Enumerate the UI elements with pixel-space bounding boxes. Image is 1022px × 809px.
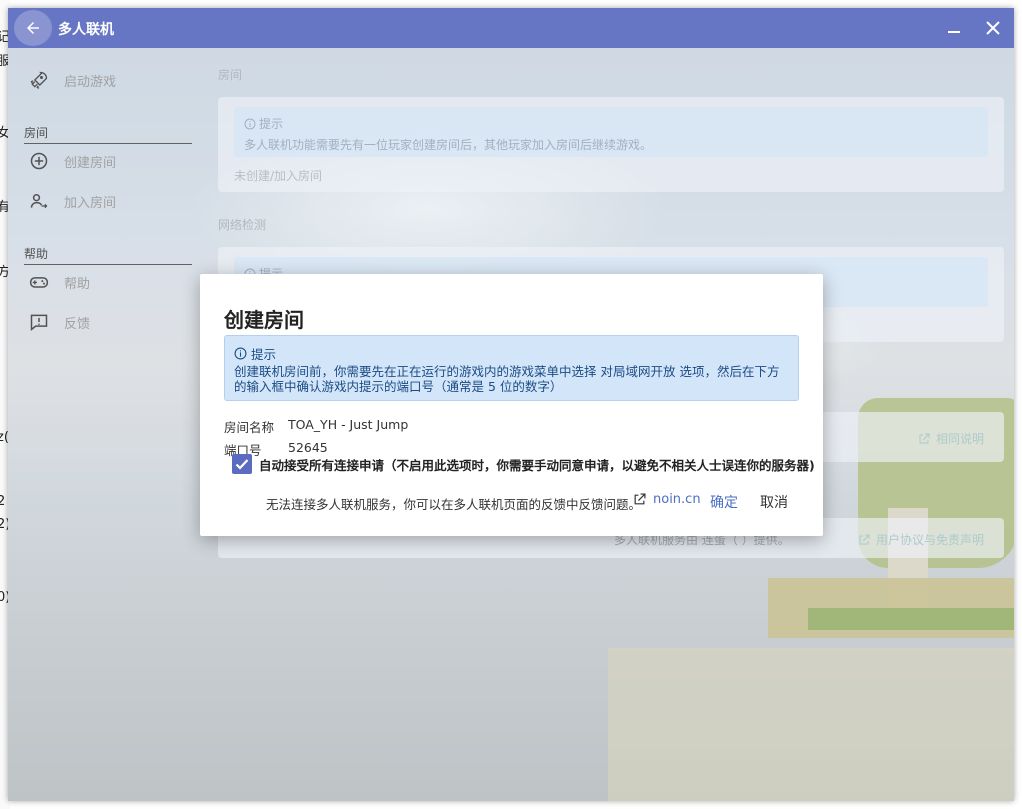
- tip-label: 提示: [251, 347, 277, 362]
- room-name-label: 房间名称: [224, 420, 275, 435]
- room-name-field[interactable]: TOA_YH - Just Jump: [288, 417, 408, 436]
- noin-link[interactable]: noin.cn: [633, 492, 701, 507]
- auto-accept-label: 自动接受所有连接申请（不启用此选项时，你需要手动同意申请，以避免不相关人士误连你…: [259, 457, 815, 473]
- background-glyph: 2: [0, 494, 6, 509]
- external-link-icon: [634, 493, 646, 505]
- confirm-button[interactable]: 确定: [710, 492, 738, 512]
- dialog-title: 创建房间: [224, 308, 304, 332]
- app-window: 多人联机 启动游戏 房间 创建房间 加入房间 帮助 帮助 反馈 房间 提示 多人…: [8, 8, 1014, 801]
- tip-text: 创建联机房间前，你需要先在正在运行的游戏内的游戏菜单中选择 对局域网开放 选项，…: [234, 364, 780, 394]
- checkmark-icon: [235, 459, 249, 470]
- auto-accept-option[interactable]: 自动接受所有连接申请（不启用此选项时，你需要手动同意申请，以避免不相关人士误连你…: [232, 454, 815, 474]
- footer-message: 无法连接多人联机服务，你可以在多人联机页面的反馈中反馈问题。: [266, 497, 642, 512]
- auto-accept-checkbox[interactable]: [232, 454, 252, 474]
- info-icon: [234, 347, 247, 360]
- dialog-tip: 提示 创建联机房间前，你需要先在正在运行的游戏内的游戏菜单中选择 对局域网开放 …: [224, 335, 799, 401]
- cancel-button[interactable]: 取消: [760, 492, 788, 512]
- room-name-row: 房间名称 TOA_YH - Just Jump: [224, 417, 408, 436]
- create-room-dialog: 创建房间 提示 创建联机房间前，你需要先在正在运行的游戏内的游戏菜单中选择 对局…: [200, 274, 823, 536]
